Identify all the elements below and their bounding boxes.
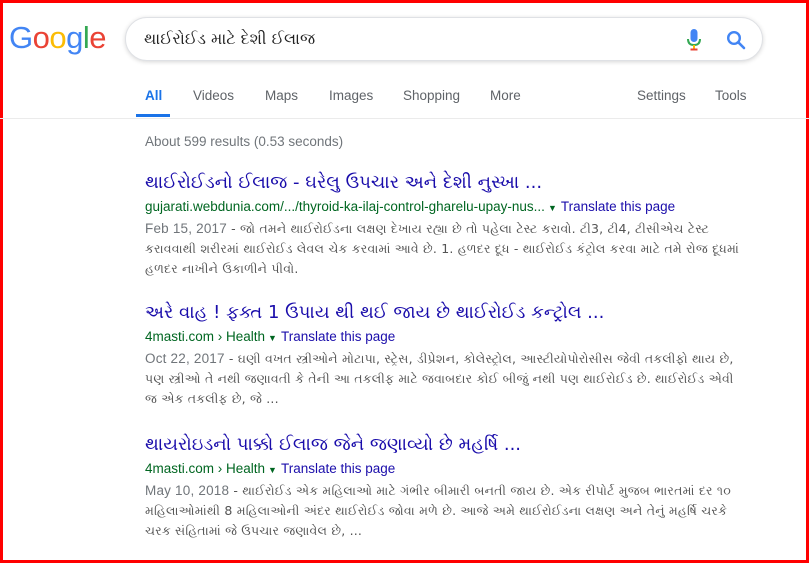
tab-all[interactable]: All — [145, 88, 162, 103]
tab-videos[interactable]: Videos — [193, 88, 234, 103]
snippet-text: - થાઈરોઈડ એક મહિલાઓ માટે ગંભીર બીમારી બન… — [145, 483, 731, 538]
snippet-text: - ઘણી વખત સ્ત્રીઓને મોટાપા, સ્ટ્રેસ, ડીપ… — [145, 351, 734, 406]
result-title-link[interactable]: થાઈરોઈડનો ઈલાજ - ઘરેલુ ઉપચાર અને દેશી નુ… — [145, 171, 745, 195]
tab-shopping[interactable]: Shopping — [403, 88, 460, 103]
result-date: Oct 22, 2017 — [145, 351, 225, 366]
search-tabs: All Videos Maps Images Shopping More Set… — [0, 88, 809, 118]
result-url-line: gujarati.webdunia.com/.../thyroid-ka-ila… — [145, 197, 745, 218]
logo-letter: G — [9, 20, 33, 55]
translate-link[interactable]: Translate this page — [281, 329, 395, 344]
logo-letter: o — [49, 20, 67, 55]
tab-settings[interactable]: Settings — [637, 88, 686, 103]
tab-more[interactable]: More — [490, 88, 521, 103]
search-result: થાયરોઇડનો પાક્કો ઈલાજ જેને જણાવ્યો છે મહ… — [145, 433, 745, 541]
caret-down-icon[interactable]: ▼ — [548, 199, 557, 218]
search-result: થાઈરોઈડનો ઈલાજ - ઘરેલુ ઉપચાર અને દેશી નુ… — [145, 171, 745, 279]
snippet-text: - જો તમને થાઈરોઈડના લક્ષણ દેખાય રહ્યા છે… — [145, 221, 740, 276]
translate-link[interactable]: Translate this page — [561, 199, 675, 214]
result-stats: About 599 results (0.53 seconds) — [145, 134, 344, 149]
search-box[interactable] — [125, 17, 763, 61]
result-snippet: Oct 22, 2017 - ઘણી વખત સ્ત્રીઓને મોટાપા,… — [145, 349, 745, 409]
translate-link[interactable]: Translate this page — [281, 461, 395, 476]
search-result: અરે વાહ ! ફક્ત 1 ઉપાય થી થઈ જાય છે થાઈરો… — [145, 301, 745, 409]
mic-icon[interactable] — [687, 29, 701, 51]
search-input[interactable] — [144, 18, 664, 60]
active-tab-indicator — [136, 114, 170, 117]
logo-letter: g — [66, 20, 83, 55]
result-url: 4masti.com › Health — [145, 461, 266, 476]
tab-maps[interactable]: Maps — [265, 88, 298, 103]
result-url: 4masti.com › Health — [145, 329, 266, 344]
logo-letter: e — [89, 20, 107, 55]
caret-down-icon[interactable]: ▼ — [268, 329, 277, 348]
tabs-divider — [0, 118, 809, 119]
result-date: May 10, 2018 — [145, 483, 230, 498]
tab-tools[interactable]: Tools — [715, 88, 747, 103]
result-snippet: Feb 15, 2017 - જો તમને થાઈરોઈડના લક્ષણ દ… — [145, 219, 745, 279]
result-snippet: May 10, 2018 - થાઈરોઈડ એક મહિલાઓ માટે ગં… — [145, 481, 745, 541]
result-title-link[interactable]: અરે વાહ ! ફક્ત 1 ઉપાય થી થઈ જાય છે થાઈરો… — [145, 301, 745, 325]
result-url-line: 4masti.com › Health ▼ Translate this page — [145, 459, 745, 480]
result-date: Feb 15, 2017 — [145, 221, 227, 236]
caret-down-icon[interactable]: ▼ — [268, 461, 277, 480]
result-url: gujarati.webdunia.com/.../thyroid-ka-ila… — [145, 199, 545, 214]
result-url-line: 4masti.com › Health ▼ Translate this page — [145, 327, 745, 348]
logo-letter: o — [32, 20, 50, 55]
google-logo[interactable]: Google — [9, 20, 107, 56]
result-title-link[interactable]: થાયરોઇડનો પાક્કો ઈલાજ જેને જણાવ્યો છે મહ… — [145, 433, 745, 457]
search-icon[interactable] — [726, 30, 746, 50]
tab-images[interactable]: Images — [329, 88, 373, 103]
